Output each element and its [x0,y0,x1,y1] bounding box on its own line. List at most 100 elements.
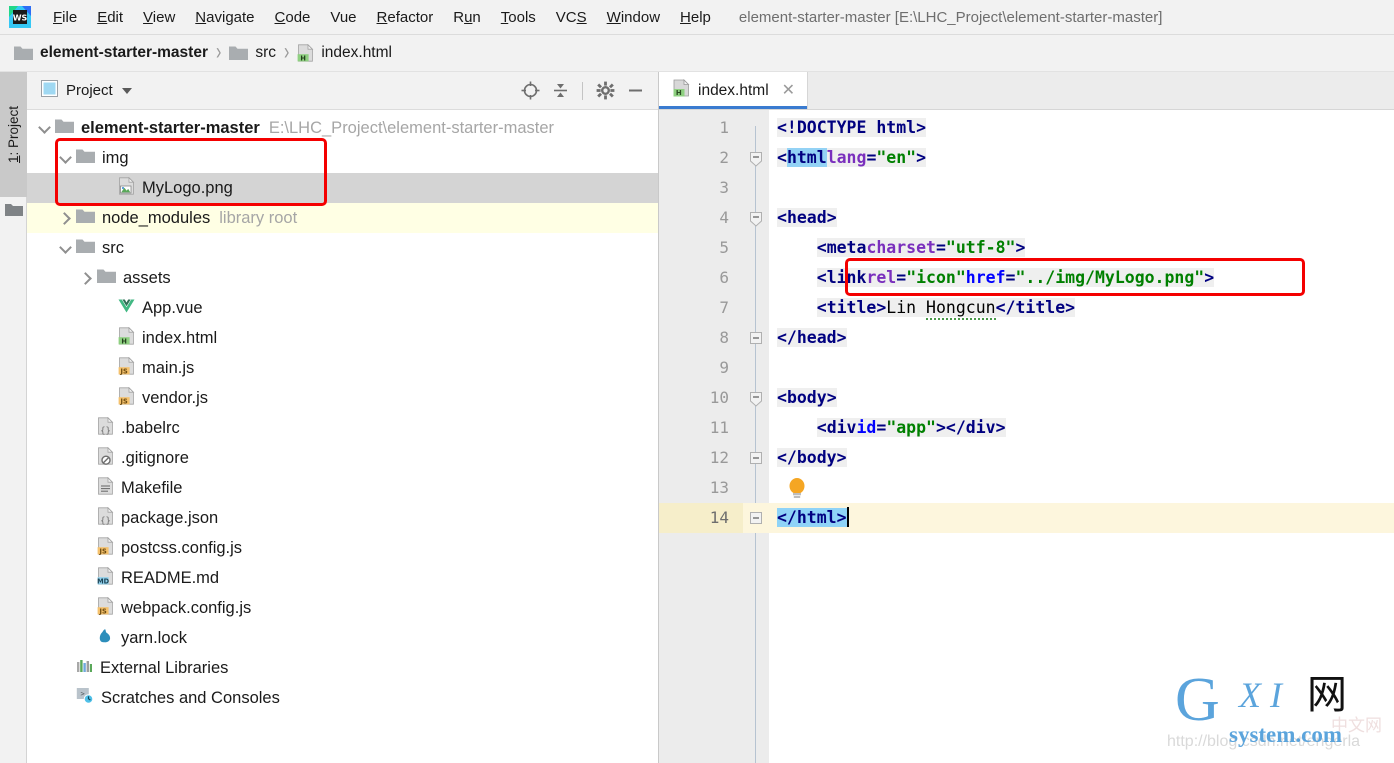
tree-file-row[interactable]: yarn.lock [27,623,658,653]
line-number: 3 [719,178,729,197]
html-file-icon: H [297,44,314,62]
tree-folder-row[interactable]: src [27,233,658,263]
breadcrumb-item-element-starter-master[interactable]: element-starter-master [14,44,208,62]
tree-file-row[interactable]: JS main.js [27,353,658,383]
js-file-icon: JS [97,596,114,620]
menu-item-run[interactable]: Run [443,7,491,28]
code-line[interactable]: <head> [777,203,837,233]
tree-file-row[interactable]: Hindex.html [27,323,658,353]
left-tool-rail: 1: Project [0,72,27,763]
js-file-icon: JS [97,536,114,560]
folder-icon [97,268,116,289]
tree-row-label: External Libraries [100,658,229,677]
chevron-down-icon[interactable] [121,87,132,94]
fold-marker[interactable] [749,391,763,407]
menu-item-file[interactable]: File [43,7,87,28]
code-line[interactable]: <body> [777,383,837,413]
tree-file-row[interactable]: JS postcss.config.js [27,533,658,563]
folder-icon[interactable] [5,202,23,222]
fold-marker[interactable] [749,511,763,525]
code-line[interactable]: <metacharset="utf-8"> [777,233,1026,263]
tree-file-row[interactable]: JS vendor.js [27,383,658,413]
gear-icon[interactable] [592,78,618,104]
editor-tab-bar: H index.html ✕ [659,72,1394,110]
code-line[interactable]: <htmllang="en"> [777,143,927,173]
tree-file-row[interactable]: {} .babelrc [27,413,658,443]
tab-index-html[interactable]: H index.html ✕ [659,72,809,109]
minimize-icon[interactable] [622,78,648,104]
line-number: 10 [709,388,729,407]
html-file-icon: H [118,326,135,350]
code-line[interactable]: <linkrel="icon"href="../img/MyLogo.png"> [777,263,1215,293]
close-icon[interactable]: ✕ [782,82,795,99]
menu-item-window[interactable]: Window [597,7,670,28]
chevron-right-icon[interactable] [79,270,95,286]
menu-item-code[interactable]: Code [265,7,321,28]
tree-folder-row[interactable]: element-starter-master E:\LHC_Project\ele… [27,113,658,143]
tree-folder-row[interactable]: img [27,143,658,173]
code-line[interactable]: <!DOCTYPE html> [777,113,927,143]
breadcrumb-item-index-html[interactable]: Hindex.html [297,44,392,62]
menu-item-refactor[interactable]: Refactor [367,7,444,28]
code-line[interactable]: </body> [777,443,847,473]
tree-file-row[interactable]: Makefile [27,473,658,503]
sidebar-item-project-toolwindow[interactable]: 1: Project [0,72,27,197]
fold-marker[interactable] [749,331,763,345]
code-line[interactable]: <divid="app"></div> [777,413,1006,443]
sidebar-item-label: 1: Project [6,105,22,164]
tree-row-label: node_modules [102,208,211,227]
tree-folder-row[interactable]: assets [27,263,658,293]
menu-item-tools[interactable]: Tools [491,7,546,28]
code-line[interactable]: </html> [777,503,849,533]
svg-text:WS: WS [13,14,28,23]
svg-text:H: H [301,54,307,62]
locate-file-icon[interactable] [517,78,543,104]
editor-fold-strip[interactable] [743,110,769,763]
tree-file-row[interactable]: External Libraries [27,653,658,683]
code-line[interactable]: </head> [777,323,847,353]
breadcrumb-item-src[interactable]: src [229,44,276,62]
tree-folder-row[interactable]: node_modules library root [27,203,658,233]
chevron-down-icon[interactable] [58,150,74,166]
tree-file-row[interactable]: App.vue [27,293,658,323]
code-line[interactable]: <title>Lin Hongcun</title> [777,293,1076,323]
tree-row-label: Scratches and Consoles [101,688,280,707]
tree-file-row[interactable]: .gitignore [27,443,658,473]
project-tree[interactable]: element-starter-master E:\LHC_Project\ele… [27,110,658,763]
fold-marker[interactable] [749,211,763,227]
tree-row-label: vendor.js [142,388,209,407]
code-content[interactable]: <!DOCTYPE html> <htmllang="en"> <head> <me… [769,110,1394,763]
menu-item-vue[interactable]: Vue [320,7,366,28]
tree-file-row[interactable]: > Scratches and Consoles [27,683,658,713]
breadcrumb: element-starter-master › src › Hindex.html [0,35,1394,72]
current-line-highlight-gutter [659,503,743,533]
chevron-down-icon[interactable] [37,120,53,136]
svg-text:JS: JS [119,367,127,375]
line-number: 6 [719,268,729,287]
chevron-right-icon[interactable] [58,210,74,226]
tree-file-row[interactable]: JS webpack.config.js [27,593,658,623]
tree-file-row[interactable]: {} package.json [27,503,658,533]
menu-item-navigate[interactable]: Navigate [185,7,264,28]
tree-row-label: MyLogo.png [142,178,233,197]
menu-item-help[interactable]: Help [670,7,721,28]
intention-bulb-icon[interactable] [787,477,807,504]
tree-file-row[interactable]: MD README.md [27,563,658,593]
fold-marker[interactable] [749,151,763,167]
menu-item-vcs[interactable]: VCS [546,7,597,28]
project-panel-toolbar [517,78,648,104]
tree-file-row[interactable]: MyLogo.png [27,173,658,203]
line-number: 4 [719,208,729,227]
chevron-down-icon[interactable] [58,240,74,256]
fold-marker[interactable] [749,451,763,465]
menu-item-view[interactable]: View [133,7,185,28]
menu-item-edit[interactable]: Edit [87,7,133,28]
breadcrumb-label: element-starter-master [40,44,208,61]
code-editor[interactable]: 1 2 3 4 5 6 7 8 9 10 11 12 13 14 <!DOCTYPE html> <html… [659,110,1394,763]
collapse-all-icon[interactable] [547,78,573,104]
line-number: 8 [719,328,729,347]
